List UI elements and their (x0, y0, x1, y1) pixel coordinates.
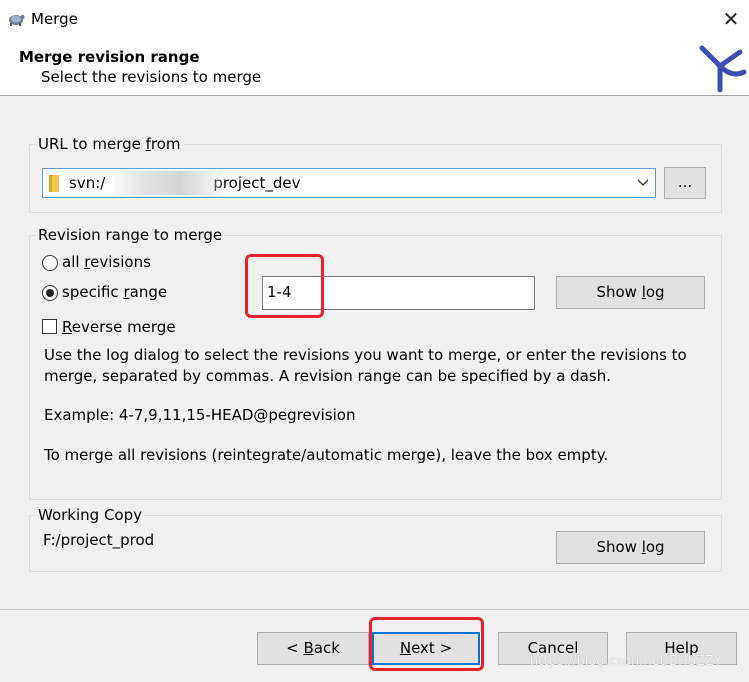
back-button[interactable]: < Back (257, 632, 369, 665)
chevron-down-icon[interactable] (637, 175, 649, 191)
folder-icon (49, 175, 59, 192)
working-copy-path: F:/project_prod (43, 531, 155, 549)
range-annotation-box (245, 254, 324, 318)
specific-range-radio[interactable] (42, 285, 58, 301)
range-example-text: Example: 4-7,9,11,15-HEAD@pegrevision (44, 406, 356, 424)
all-revisions-label[interactable]: all revisions (62, 252, 151, 272)
working-copy-group: Working Copy F:/project_prod Show log (29, 505, 722, 572)
range-empty-help-text: To merge all revisions (reintegrate/auto… (44, 446, 609, 464)
window-title: Merge (31, 10, 78, 28)
working-copy-show-log-button[interactable]: Show log (556, 531, 705, 564)
page-title: Merge revision range (19, 48, 200, 66)
tortoisesvn-logo (699, 45, 747, 93)
browse-url-button[interactable]: ... (664, 167, 706, 199)
reverse-merge-label[interactable]: Reverse merge (62, 317, 176, 337)
range-help-text: Use the log dialog to select the revisio… (44, 346, 687, 385)
revision-range-group-label: Revision range to merge (36, 225, 225, 245)
reverse-merge-checkbox[interactable] (42, 319, 57, 334)
next-button[interactable]: Next > (372, 632, 480, 665)
show-log-button[interactable]: Show log (556, 276, 705, 309)
working-copy-group-label: Working Copy (36, 505, 144, 525)
wizard-header: Merge revision range Select the revision… (0, 38, 749, 96)
specific-range-label[interactable]: specific range (62, 282, 167, 302)
all-revisions-radio[interactable] (42, 255, 58, 271)
revision-range-group: Revision range to merge all revisions sp… (29, 225, 722, 500)
url-group: URL to merge from svn:/project_dev ... (29, 134, 722, 213)
close-icon[interactable]: ✕ (716, 4, 746, 34)
url-combobox[interactable]: svn:/project_dev (42, 168, 656, 198)
tortoise-icon (9, 15, 25, 26)
redacted-url-segment (115, 171, 223, 195)
page-subtitle: Select the revisions to merge (41, 68, 262, 86)
url-group-label: URL to merge from (36, 134, 183, 154)
title-bar: Merge ✕ (0, 0, 749, 38)
footer-divider (0, 609, 749, 610)
watermark-text: https://blog.csdn.net/BHSZZY (530, 654, 722, 669)
